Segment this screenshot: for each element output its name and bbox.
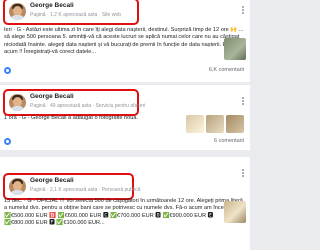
post-footer: 6,K comentarii <box>0 65 250 75</box>
more-options-icon[interactable] <box>241 169 245 177</box>
photo-thumbnail[interactable] <box>186 115 204 133</box>
more-options-icon[interactable] <box>241 6 245 14</box>
comment-count[interactable]: 6 comentarii <box>214 138 244 144</box>
post-card: George Becali Pagină · 49 aprecează asta… <box>0 85 250 150</box>
author-name[interactable]: George Becali <box>30 177 74 184</box>
avatar[interactable] <box>9 178 26 195</box>
author-name[interactable]: George Becali <box>30 93 74 100</box>
more-options-icon[interactable] <box>241 97 245 105</box>
post-card: George Becali Pagină · 1,2 K aprecează a… <box>0 0 250 82</box>
post-thumbnail[interactable] <box>224 201 246 223</box>
author-name[interactable]: George Becali <box>30 2 74 9</box>
avatar[interactable] <box>9 3 26 20</box>
post-card: George Becali Pagină · 2,1 K aprecează a… <box>0 157 250 250</box>
post-header[interactable]: George Becali Pagină · 49 aprecează asta… <box>3 89 145 116</box>
post-header[interactable]: George Becali Pagină · 2,1 K aprecează a… <box>3 173 140 200</box>
post-text: 15 dec. · G - OFICIAL !!! Voi selecta 50… <box>4 198 244 227</box>
photo-strip[interactable] <box>186 115 246 133</box>
page-meta: Pagină · 49 aprecează asta · Serviciu pe… <box>30 103 146 109</box>
post-footer: 6 comentarii <box>0 136 250 146</box>
page-meta: Pagină · 1,2 K aprecează asta · Site web <box>30 12 121 18</box>
comment-count[interactable]: 6,K comentarii <box>209 67 244 73</box>
page-meta: Pagină · 2,1 K aprecează asta · Persoană… <box>30 187 141 193</box>
reaction-icon[interactable] <box>4 138 11 145</box>
search-results-feed: George Becali Pagină · 1,2 K aprecează a… <box>0 0 250 250</box>
reaction-icon[interactable] <box>4 67 11 74</box>
post-text: Ieri · G - Astăzi este ultima zi în care… <box>4 27 244 56</box>
avatar[interactable] <box>9 94 26 111</box>
post-header[interactable]: George Becali Pagină · 1,2 K aprecează a… <box>3 0 139 25</box>
photo-thumbnail[interactable] <box>226 115 244 133</box>
photo-thumbnail[interactable] <box>206 115 224 133</box>
post-thumbnail[interactable] <box>224 38 246 60</box>
